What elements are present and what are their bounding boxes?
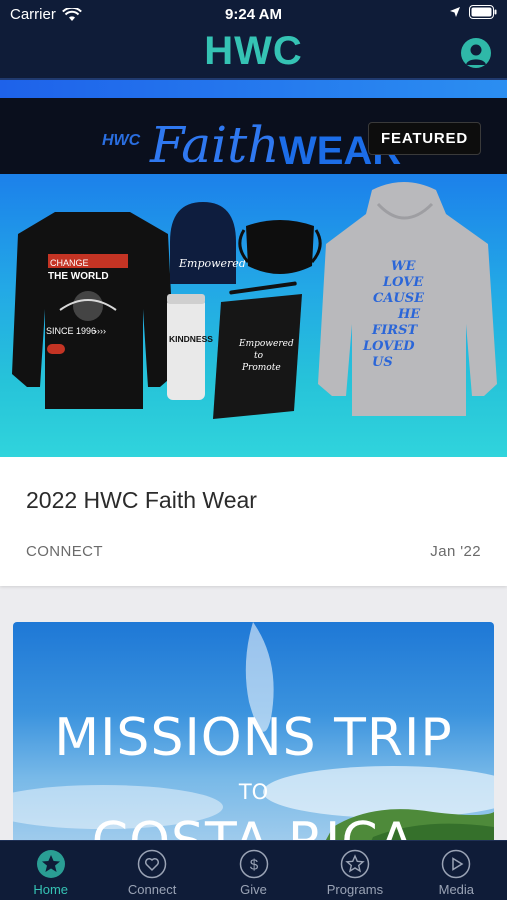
- star-outline-icon: [340, 849, 370, 879]
- dollar-icon: $: [239, 849, 268, 879]
- brand-prefix: HWC: [102, 132, 141, 149]
- user-icon: [466, 44, 486, 65]
- heart-icon: [137, 849, 167, 879]
- tab-media[interactable]: Media: [406, 841, 507, 900]
- hoodie-line1: WE: [391, 259, 417, 274]
- sweater-line1: CHANGE: [50, 258, 89, 268]
- notebook-line3: Promote: [241, 363, 281, 373]
- app-logo[interactable]: HWC: [0, 31, 507, 71]
- tab-give[interactable]: $ Give: [203, 841, 304, 900]
- tab-connect-label: Connect: [127, 882, 177, 897]
- beanie-graphic: Empowered: [170, 202, 246, 284]
- tab-home-label: Home: [33, 882, 69, 897]
- featured-title[interactable]: 2022 HWC Faith Wear: [26, 487, 257, 514]
- tab-home[interactable]: Home: [0, 841, 101, 900]
- featured-card[interactable]: HWC Faith WEAR FEATURED CHANGE THE WORLD: [0, 80, 507, 586]
- notebook-line2: to: [254, 351, 264, 361]
- app-screen: Carrier 9:24 AM HWC HWC Faith WEAR FEATU…: [0, 0, 507, 900]
- sweater-line2: THE WORLD: [48, 271, 109, 282]
- svg-text:››››: ››››: [94, 326, 106, 336]
- featured-date: Jan '22: [430, 543, 481, 560]
- hoodie-line4: HE: [397, 307, 421, 322]
- featured-banner-image: HWC Faith WEAR FEATURED CHANGE THE WORLD: [0, 80, 507, 457]
- missions-title: MISSIONS TRIP: [54, 708, 453, 768]
- hoodie-line6: LOVED: [362, 339, 415, 354]
- profile-button[interactable]: [461, 38, 491, 68]
- beanie-text: Empowered: [178, 257, 246, 270]
- featured-badge: FEATURED: [368, 122, 481, 155]
- tumbler-graphic: KINDNESS: [167, 294, 213, 400]
- sweatshirt-graphic: CHANGE THE WORLD SINCE 1996 ››››: [12, 212, 175, 409]
- status-time: 9:24 AM: [225, 6, 282, 23]
- bottom-tab-bar: Home Connect $ Give Programs Media: [0, 840, 507, 900]
- mask-graphic: [238, 220, 322, 274]
- hoodie-graphic: WE LOVE CAUSE HE FIRST LOVED US: [318, 182, 497, 416]
- home-feed[interactable]: HWC Faith WEAR FEATURED CHANGE THE WORLD: [0, 80, 507, 840]
- battery-icon: [469, 5, 497, 19]
- hoodie-line3: CAUSE: [373, 291, 425, 306]
- sweater-line3: SINCE 1996: [46, 326, 96, 336]
- missions-card[interactable]: MISSIONS TRIP TO COSTA RICA: [13, 622, 494, 840]
- tab-programs[interactable]: Programs: [304, 841, 405, 900]
- brand-script: Faith: [150, 116, 280, 174]
- star-icon: [36, 850, 65, 878]
- hoodie-line7: US: [372, 355, 393, 370]
- banner-top-strip: [0, 80, 507, 98]
- location-arrow-icon: [450, 7, 460, 17]
- notebook-graphic: Empowered to Promote: [213, 281, 302, 419]
- banner-title-bar: HWC Faith WEAR FEATURED: [0, 98, 507, 174]
- notebook-line1: Empowered: [238, 339, 294, 349]
- tab-connect[interactable]: Connect: [101, 841, 202, 900]
- svg-text:$: $: [249, 857, 258, 874]
- top-header: Carrier 9:24 AM HWC: [0, 0, 507, 80]
- merch-illustration: CHANGE THE WORLD SINCE 1996 ›››› Empower…: [12, 182, 497, 419]
- featured-meta: CONNECT Jan '22: [26, 543, 481, 560]
- missions-country: COSTA RICA: [13, 812, 494, 840]
- hoodie-line2: LOVE: [382, 275, 424, 290]
- missions-connector: TO: [238, 780, 269, 804]
- tumbler-text: KINDNESS: [169, 334, 213, 344]
- play-icon: [442, 849, 471, 879]
- tab-give-label: Give: [240, 882, 267, 897]
- tab-programs-label: Programs: [326, 882, 384, 897]
- status-right: [449, 5, 497, 19]
- tab-media-label: Media: [438, 882, 475, 897]
- featured-category: CONNECT: [26, 543, 103, 560]
- hoodie-line5: FIRST: [371, 323, 419, 338]
- status-bar: Carrier 9:24 AM: [0, 0, 507, 28]
